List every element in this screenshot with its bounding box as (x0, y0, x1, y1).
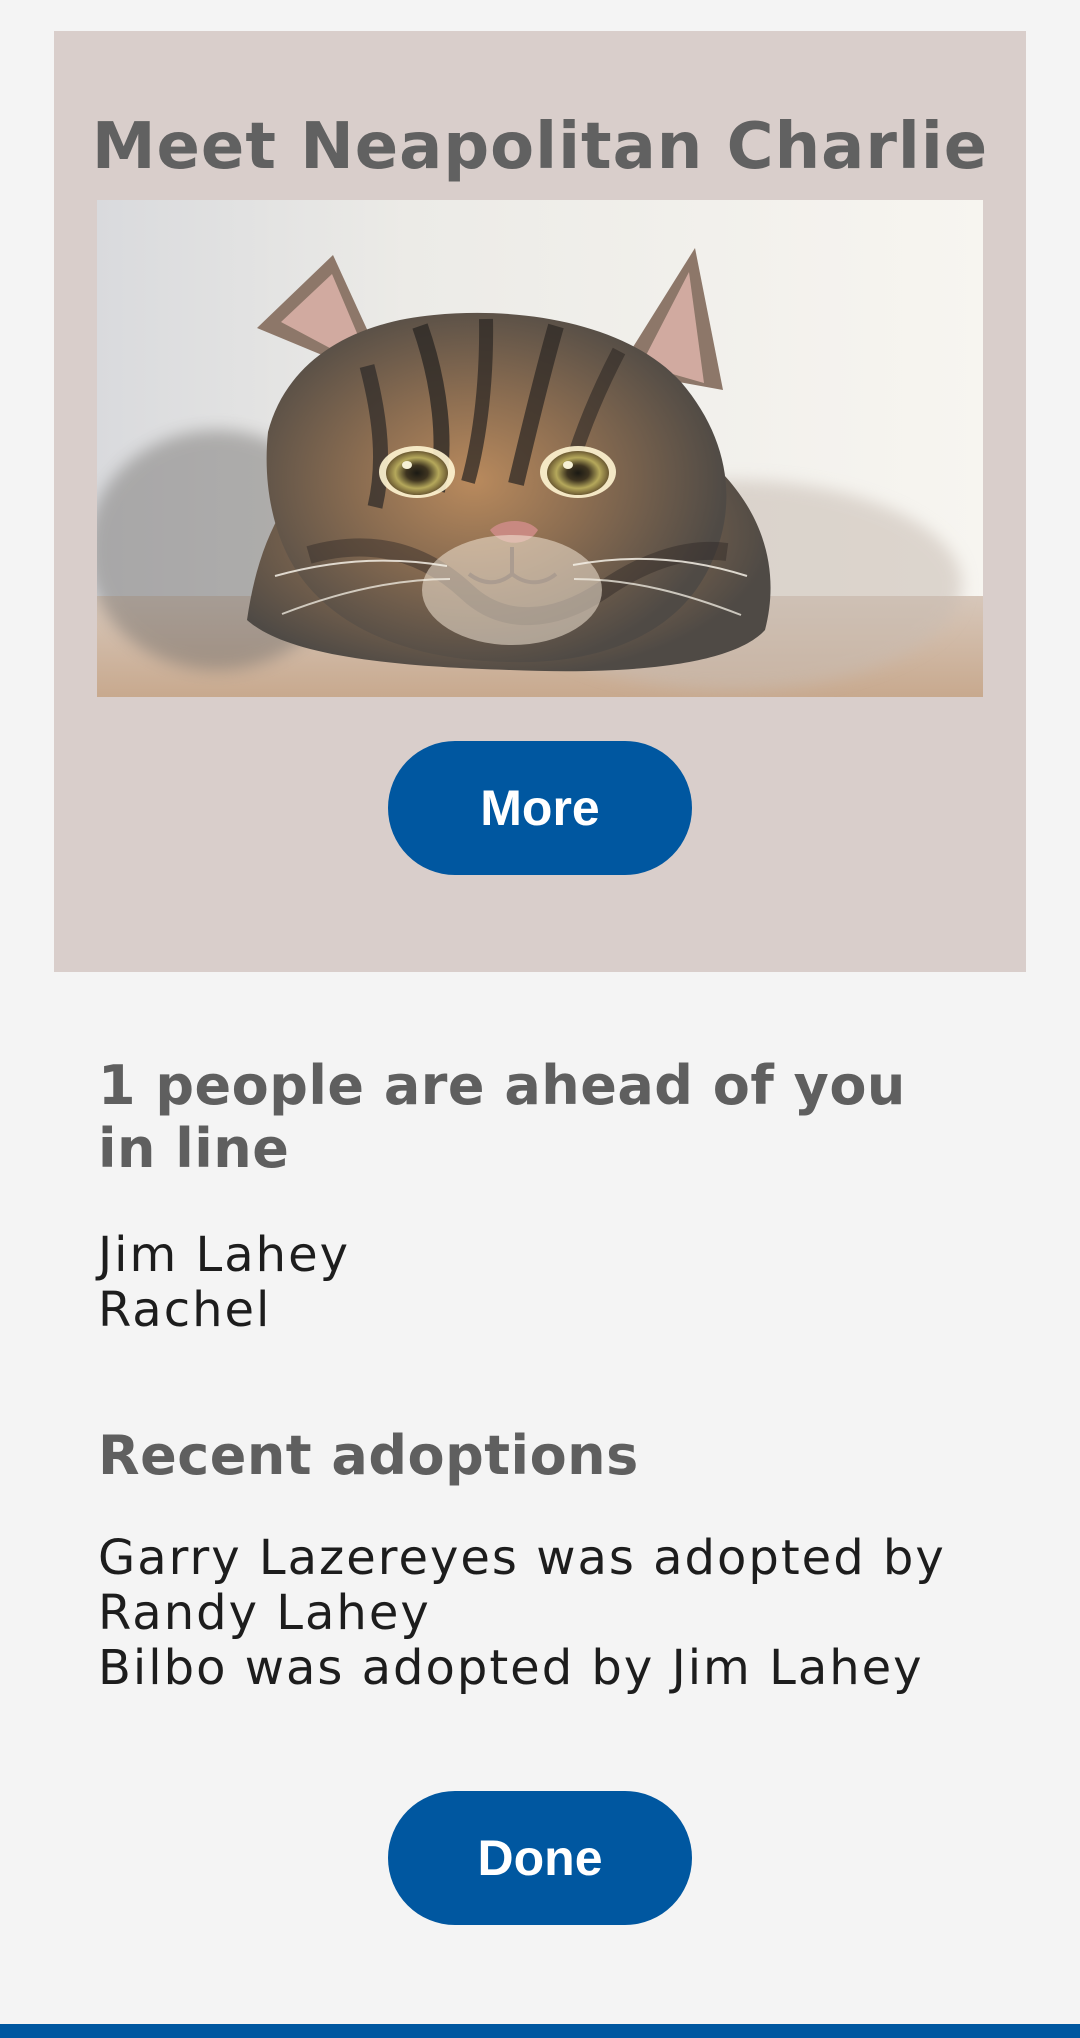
queue-person: Rachel (98, 1282, 272, 1338)
done-button[interactable]: Done (388, 1791, 692, 1925)
adoption-item: Garry Lazereyes was adopted by Randy Lah… (98, 1530, 946, 1641)
recent-adoptions-list: Garry Lazereyes was adopted by Randy Lah… (98, 1531, 998, 1696)
pet-card: Meet Neapolitan Charlie More (54, 31, 1026, 972)
queue-heading: 1 people are ahead of you in line (98, 1054, 906, 1180)
queue-person: Jim Lahey (98, 1227, 351, 1283)
bottom-accent-bar (0, 2024, 1080, 2038)
adoption-item: Bilbo was adopted by Jim Lahey (98, 1640, 924, 1696)
queue-list: Jim Lahey Rachel (98, 1228, 998, 1338)
pet-title: Meet Neapolitan Charlie (91, 110, 989, 184)
pet-photo (97, 200, 983, 697)
recent-adoptions-heading: Recent adoptions (98, 1424, 639, 1487)
more-button[interactable]: More (388, 741, 692, 875)
